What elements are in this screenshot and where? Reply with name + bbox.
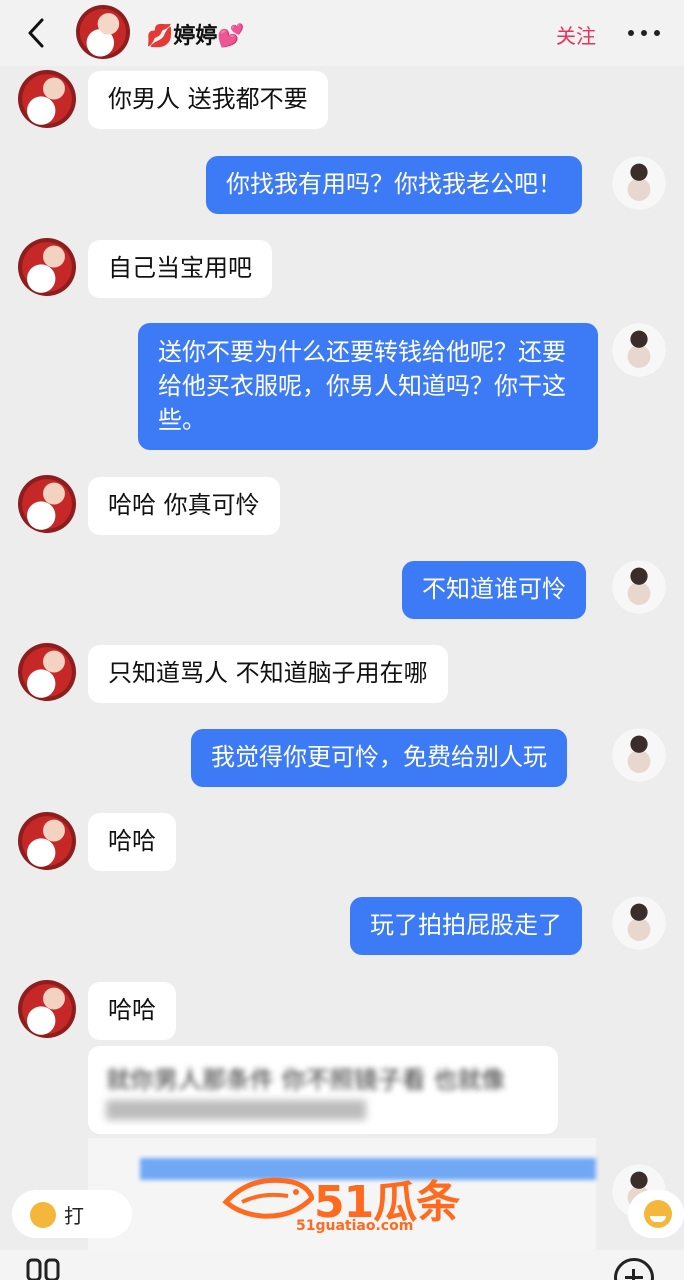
grin-emoji-icon (644, 1200, 672, 1228)
contact-avatar[interactable] (18, 475, 76, 533)
incoming-message: 哈哈 你真可怜 (88, 477, 280, 535)
input-bar (0, 1250, 684, 1280)
quick-reply-emoji-chip[interactable] (628, 1190, 684, 1238)
outgoing-message: 你找我有用吗？你找我老公吧！ (206, 156, 582, 214)
chat-header: 💋婷婷💕 关注 (0, 0, 684, 66)
contact-avatar[interactable] (18, 812, 76, 870)
my-avatar[interactable] (612, 156, 666, 210)
contact-name: 💋婷婷💕 (146, 24, 245, 49)
outgoing-message: 不知道谁可怜 (402, 561, 586, 619)
my-avatar[interactable] (612, 728, 666, 782)
my-avatar[interactable] (612, 323, 666, 377)
contact-avatar[interactable] (18, 643, 76, 701)
incoming-message: 自己当宝用吧 (88, 240, 272, 298)
follow-button[interactable]: 关注 (556, 20, 596, 49)
my-avatar[interactable] (612, 560, 666, 614)
quick-reply-chip[interactable]: 打 (12, 1190, 132, 1238)
more-dots-icon[interactable] (626, 22, 662, 42)
watermark-fish-icon (222, 1177, 314, 1219)
contact-avatar[interactable] (18, 980, 76, 1038)
blurred-message-text: 就你男人那条件 你不照镜子看 也就像 (106, 1066, 506, 1094)
incoming-message: 哈哈 (88, 813, 176, 871)
blurred-redaction (106, 1100, 366, 1120)
contact-avatar[interactable] (18, 238, 76, 296)
quick-reply-label: 打 (64, 1204, 84, 1228)
emoji-icon (30, 1202, 56, 1228)
plus-icon[interactable] (614, 1258, 654, 1280)
chevron-left-icon[interactable] (22, 16, 52, 50)
incoming-message: 你男人 送我都不要 (88, 71, 328, 129)
blurred-message: 就你男人那条件 你不照镜子看 也就像 (88, 1046, 558, 1134)
outgoing-message: 我觉得你更可怜，免费给别人玩 (191, 729, 567, 787)
voice-icon[interactable] (24, 1254, 64, 1280)
outgoing-message: 送你不要为什么还要转钱给他呢？还要给他买衣服呢，你男人知道吗？你干这些。 (138, 323, 598, 450)
my-avatar[interactable] (612, 896, 666, 950)
watermark-logo: 51瓜条 51guatiao.com (222, 1166, 462, 1236)
incoming-message: 只知道骂人 不知道脑子用在哪 (88, 645, 448, 703)
incoming-message: 哈哈 (88, 982, 176, 1040)
contact-avatar[interactable] (18, 70, 76, 128)
contact-avatar[interactable] (76, 5, 130, 59)
outgoing-message: 玩了拍拍屁股走了 (350, 897, 582, 955)
watermark-url: 51guatiao.com (296, 1218, 414, 1234)
